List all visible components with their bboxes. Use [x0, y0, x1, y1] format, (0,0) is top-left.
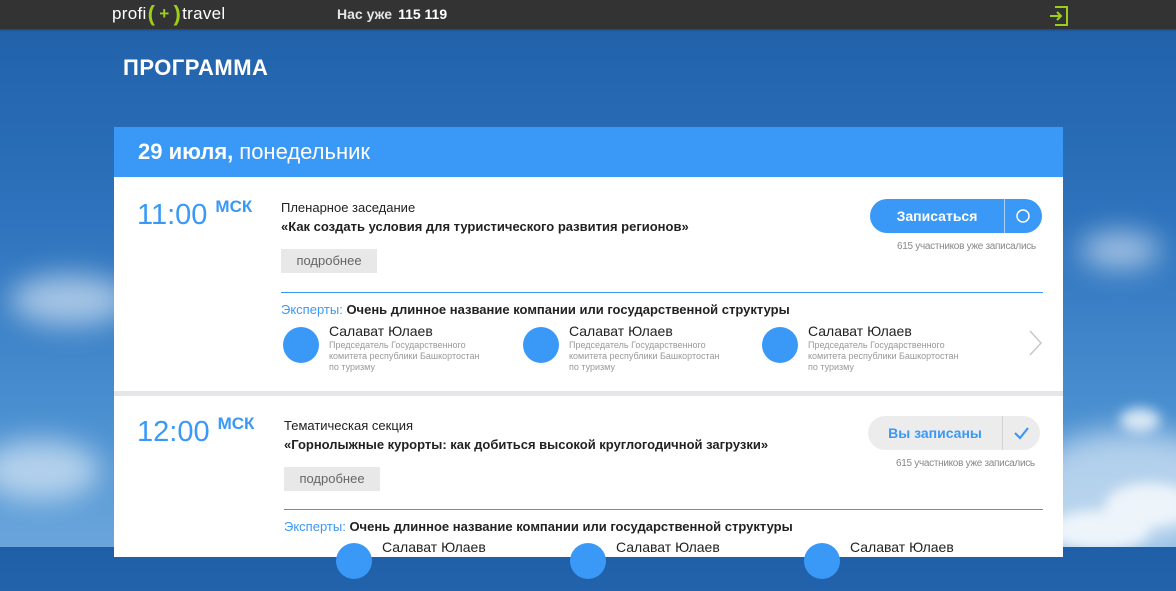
participants-count: 615 участников уже записались [896, 458, 1035, 469]
chevron-right-icon[interactable] [1028, 329, 1044, 357]
experts-label: Эксперты: [284, 519, 346, 534]
register-button[interactable]: Записаться [870, 199, 1042, 233]
register-button-label: Записаться [896, 208, 978, 224]
registered-button[interactable]: Вы записаны [868, 416, 1040, 450]
day-date: 29 июля, понедельник [138, 139, 370, 165]
expert-avatar [762, 327, 798, 363]
expert-card[interactable]: Салават Юлаев Председатель Государственн… [762, 323, 982, 375]
section-divider [284, 509, 1043, 510]
expert-name: Салават Юлаев [569, 323, 673, 339]
expert-avatar [283, 327, 319, 363]
more-details-button[interactable]: подробнее [281, 249, 377, 273]
experts-label: Эксперты: [281, 302, 343, 317]
expert-name: Салават Юлаев [808, 323, 912, 339]
expert-name: Салават Юлаев [382, 539, 486, 555]
session-time-value: 11:00 [137, 199, 208, 231]
login-icon[interactable] [1047, 4, 1071, 28]
logo-bracket-left: ( [147, 1, 156, 26]
expert-card[interactable]: Салават Юлаев Председатель Государственн… [523, 323, 743, 375]
session-item: 11:00 МСК Пленарное заседание «Как создат… [114, 177, 1063, 391]
expert-name: Салават Юлаев [329, 323, 433, 339]
expert-name: Салават Юлаев [616, 539, 720, 555]
expert-card[interactable]: Салават Юлаев Председатель Государственн… [283, 323, 503, 375]
expert-avatar [523, 327, 559, 363]
top-bar: profi ( + ) travel Нас уже 115 119 [0, 0, 1176, 29]
user-count-label: Нас уже [337, 6, 393, 22]
registered-button-label: Вы записаны [888, 425, 982, 441]
program-day-card: 29 июля, понедельник 11:00 МСК Пленарное з… [114, 127, 1063, 579]
profi-travel-logo[interactable]: profi ( + ) travel [112, 1, 226, 26]
participants-count: 615 участников уже записались [897, 241, 1036, 252]
session-timezone: МСК [217, 414, 255, 433]
session-title: «Горнолыжные курорты: как добиться высок… [284, 437, 769, 452]
circle-icon [1016, 209, 1030, 223]
section-divider [281, 292, 1043, 293]
logo-bracket-right: ) [173, 1, 182, 26]
expert-avatar [804, 543, 840, 579]
page-title: ПРОГРАММА [123, 55, 269, 80]
session-type: Тематическая секция [284, 418, 414, 433]
session-timezone: МСК [215, 197, 253, 216]
session-item: 12:00 МСК Тематическая секция «Горнолыжны… [114, 396, 1063, 579]
session-time-value: 12:00 [137, 416, 210, 448]
day-weekday: понедельник [239, 139, 371, 164]
expert-name: Салават Юлаев [850, 539, 954, 555]
experts-company: Очень длинное название компании или госу… [346, 302, 790, 317]
more-details-button[interactable]: подробнее [284, 467, 380, 491]
session-time: 12:00 МСК [137, 414, 255, 449]
day-date-value: 29 июля, [138, 139, 234, 164]
expert-avatar [570, 543, 606, 579]
session-time: 11:00 МСК [137, 197, 253, 232]
logo-text-right: travel [182, 4, 226, 23]
logo-text-left: profi [112, 4, 147, 23]
user-count-value: 115 119 [398, 6, 448, 22]
expert-avatar [336, 543, 372, 579]
user-count: Нас уже 115 119 [337, 6, 447, 22]
session-title: «Как создать условия для туристического … [281, 219, 689, 234]
experts-line: Эксперты: Очень длинное название компани… [284, 519, 793, 534]
experts-line: Эксперты: Очень длинное название компани… [281, 302, 790, 317]
expert-description: Председатель Государственного комитета р… [569, 340, 720, 372]
experts-company: Очень длинное название компании или госу… [349, 519, 793, 534]
logo-plus: + [159, 4, 170, 23]
checkmark-icon [1014, 427, 1029, 440]
day-header: 29 июля, понедельник [114, 127, 1063, 177]
session-type: Пленарное заседание [281, 200, 416, 215]
expert-description: Председатель Государственного комитета р… [808, 340, 959, 372]
expert-description: Председатель Государственного комитета р… [329, 340, 480, 372]
